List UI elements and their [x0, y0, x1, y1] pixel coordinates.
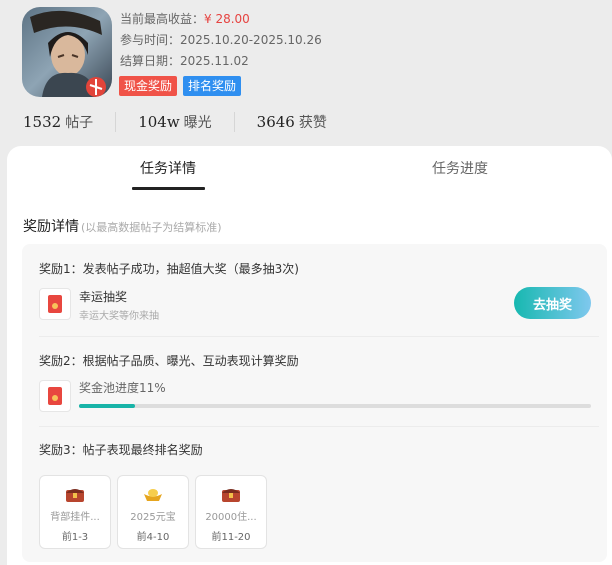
reward-separator [39, 426, 599, 427]
prize-rank: 前11-20 [211, 532, 251, 543]
tab-task-progress[interactable]: 任务进度 [432, 158, 488, 178]
exposure-count: 104w [138, 113, 180, 131]
prize-card[interactable]: 20000住... 前11-20 [195, 475, 267, 549]
prize-rank: 前1-3 [61, 532, 89, 543]
reward-details-heading: 奖励详情 (以最高数据帖子为结算标准) [23, 216, 222, 236]
tab-task-details[interactable]: 任务详情 [140, 158, 196, 178]
reward-details-title: 奖励详情 [23, 219, 79, 235]
settle-date-label: 结算日期： [120, 54, 181, 68]
exposure-stat: 104w 曝光 [138, 112, 211, 132]
task-panel: 任务详情 任务进度 奖励详情 (以最高数据帖子为结算标准) 奖励1：发表帖子成功，… [7, 146, 612, 565]
stat-divider [233, 112, 235, 132]
participate-time-value: 2025.10.20-2025.10.26 [180, 33, 322, 47]
reward2-title: 奖励2：根据帖子品质、曝光、互动表现计算奖励 [39, 354, 299, 368]
stats-bar: 1532 帖子 104w 曝光 3646 获赞 [23, 110, 327, 134]
gold-ingot-icon [142, 485, 164, 503]
task-header: 当前最高收益：¥ 28.00 参与时间：2025.10.20-2025.10.2… [0, 0, 612, 150]
active-tab-indicator [132, 187, 205, 190]
treasure-chest-icon [64, 485, 86, 503]
pool-progress-label: 奖金池进度11% [79, 381, 166, 395]
reward-separator [39, 336, 599, 337]
reward1-title: 奖励1：发表帖子成功，抽超值大奖（最多抽3次) [39, 262, 299, 276]
participate-time-label: 参与时间： [120, 33, 181, 47]
red-envelope-icon [39, 288, 71, 320]
prize-name: 背部挂件... [50, 512, 100, 523]
prize-name: 2025元宝 [130, 512, 176, 523]
settle-date-value: 2025.11.02 [180, 54, 249, 68]
max-income-value: ¥ 28.00 [204, 12, 250, 26]
prize-rank: 前4-10 [136, 532, 170, 543]
max-income-label: 当前最高收益： [120, 12, 205, 26]
stat-divider [115, 112, 117, 132]
prize-card[interactable]: 2025元宝 前4-10 [117, 475, 189, 549]
pool-progress-fill [79, 404, 136, 408]
reward-details-hint: (以最高数据帖子为结算标准) [81, 221, 222, 234]
posts-count: 1532 [23, 113, 62, 131]
max-income-row: 当前最高收益：¥ 28.00 [120, 9, 322, 30]
lucky-draw-subtitle: 幸运大奖等你来抽 [79, 311, 159, 322]
tab-bar: 任务详情 任务进度 [7, 146, 612, 190]
reward3-title: 奖励3：帖子表现最终排名奖励 [39, 443, 203, 457]
posts-stat: 1532 帖子 [23, 112, 93, 132]
prize-name: 20000住... [205, 512, 257, 523]
exposure-label: 曝光 [183, 115, 212, 131]
likes-label: 获赞 [298, 115, 327, 131]
lucky-draw-name: 幸运抽奖 [79, 290, 128, 304]
prize-card[interactable]: 背部挂件... 前1-3 [39, 475, 111, 549]
red-envelope-icon [39, 380, 71, 412]
cash-reward-tag: 现金奖励 [119, 76, 178, 96]
likes-count: 3646 [256, 113, 295, 131]
ranking-reward-tag: 排名奖励 [183, 76, 242, 96]
participate-time-row: 参与时间：2025.10.20-2025.10.26 [120, 30, 322, 51]
likes-stat: 3646 获赞 [257, 112, 327, 132]
settle-date-row: 结算日期：2025.11.02 [120, 51, 322, 72]
game-character-icon [22, 7, 112, 97]
rewards-card: 奖励1：发表帖子成功，抽超值大奖（最多抽3次) 幸运抽奖 幸运大奖等你来抽 去抽… [22, 244, 607, 562]
treasure-chest-icon [220, 485, 242, 503]
posts-label: 帖子 [65, 115, 94, 131]
pool-progress-bar [79, 404, 591, 408]
go-draw-button[interactable]: 去抽奖 [514, 287, 591, 319]
